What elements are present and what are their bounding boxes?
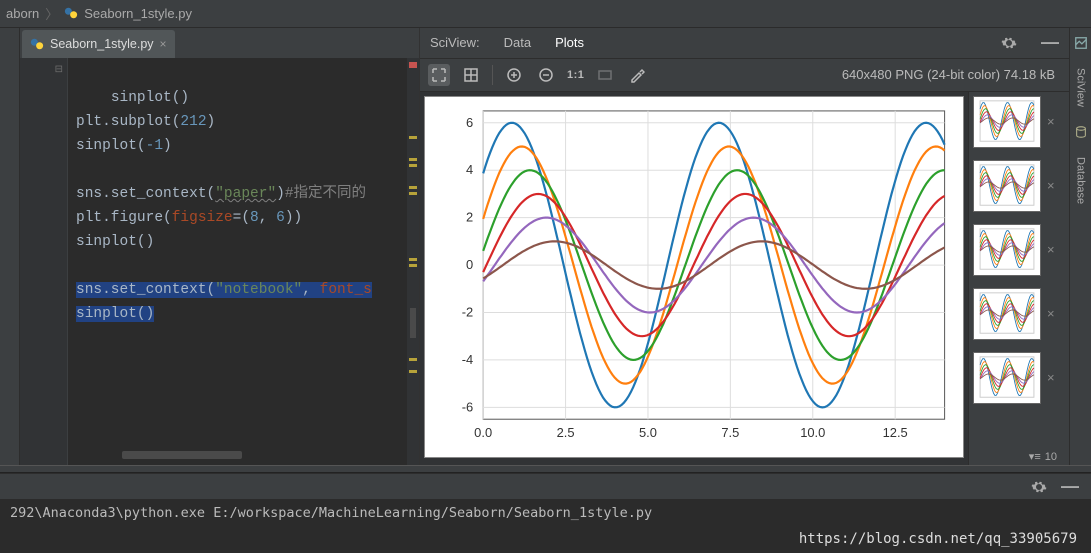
svg-text:0.0: 0.0 (474, 425, 492, 440)
rail-label-sciview[interactable]: SciView (1075, 68, 1087, 107)
crumb-file[interactable]: Seaborn_1style.py (84, 6, 192, 21)
python-file-icon (30, 37, 44, 51)
terminal-output[interactable]: 292\Anaconda3\python.exe E:/workspace/Ma… (0, 499, 1091, 553)
terminal-toolbar: — (0, 473, 1091, 499)
crumb-sep: 〉 (45, 4, 58, 23)
svg-text:-4: -4 (462, 352, 473, 367)
right-rail: SciView Database (1069, 28, 1091, 465)
thumbnail-item[interactable]: × (973, 352, 1065, 404)
close-icon[interactable]: × (1047, 242, 1055, 257)
svg-text:7.5: 7.5 (721, 425, 739, 440)
sciview-panel: SciView: Data Plots — 1:1 640x480 PNG (2… (420, 28, 1069, 465)
close-icon[interactable]: × (1047, 114, 1055, 129)
actual-size-button[interactable]: 1:1 (567, 69, 584, 81)
svg-text:2.5: 2.5 (557, 425, 575, 440)
watermark: https://blog.csdn.net/qq_33905679 (799, 531, 1077, 547)
close-icon[interactable]: × (160, 37, 167, 51)
close-icon[interactable]: × (1047, 306, 1055, 321)
color-picker-button[interactable] (626, 64, 648, 86)
svg-text:4: 4 (466, 162, 473, 177)
code-editor[interactable]: sinplot() plt.subplot(212) sinplot(-1) s… (68, 58, 419, 465)
breadcrumb: aborn 〉 Seaborn_1style.py (0, 0, 1091, 28)
thumbnail-list: × × × × × ▾≡10 (968, 92, 1069, 465)
svg-text:-6: -6 (462, 399, 473, 414)
fold-icon[interactable]: ⊟ (55, 64, 63, 75)
plot-toolbar: 1:1 640x480 PNG (24-bit color) 74.18 kB (420, 58, 1069, 92)
editor-tabs: Seaborn_1style.py × (20, 28, 419, 58)
svg-text:10.0: 10.0 (800, 425, 825, 440)
python-file-icon (64, 6, 78, 20)
editor-gutter: ⊟ (20, 58, 68, 465)
tab-plots[interactable]: Plots (555, 35, 584, 50)
tab-data[interactable]: Data (504, 35, 531, 50)
grid-button[interactable] (460, 64, 482, 86)
zoom-in-button[interactable] (503, 64, 525, 86)
svg-text:6: 6 (466, 115, 473, 130)
crumb-parent[interactable]: aborn (6, 6, 39, 21)
svg-text:12.5: 12.5 (883, 425, 908, 440)
database-icon[interactable] (1074, 125, 1088, 139)
h-scrollbar[interactable] (122, 451, 242, 459)
plot-viewport[interactable]: 0.0 2.5 5.0 7.5 10.0 12.5 -6 -4 -2 0 2 4 6 (420, 92, 968, 465)
thumbnail-item[interactable]: × (973, 96, 1065, 148)
tab-label: Seaborn_1style.py (50, 37, 154, 51)
left-rail (0, 28, 20, 465)
plot-image: 0.0 2.5 5.0 7.5 10.0 12.5 -6 -4 -2 0 2 4 6 (424, 96, 964, 458)
svg-text:-2: -2 (462, 304, 473, 319)
close-icon[interactable]: × (1047, 370, 1055, 385)
gear-icon[interactable] (1001, 35, 1017, 51)
gear-icon[interactable] (1031, 479, 1047, 495)
image-meta: 640x480 PNG (24-bit color) 74.18 kB (842, 67, 1061, 82)
sciview-header: SciView: Data Plots — (420, 28, 1069, 58)
bounds-button[interactable] (594, 64, 616, 86)
svg-text:0: 0 (466, 257, 473, 272)
separator (492, 65, 493, 85)
sciview-icon[interactable] (1074, 36, 1088, 50)
zoom-out-button[interactable] (535, 64, 557, 86)
rail-label-database[interactable]: Database (1075, 157, 1087, 204)
error-stripe[interactable] (407, 58, 419, 465)
thumbnail-count: ▾≡10 (973, 450, 1065, 463)
fit-window-button[interactable] (428, 64, 450, 86)
thumbnail-item[interactable]: × (973, 160, 1065, 212)
terminal-line: 292\Anaconda3\python.exe E:/workspace/Ma… (10, 505, 652, 521)
svg-text:5.0: 5.0 (639, 425, 657, 440)
editor-tab-active[interactable]: Seaborn_1style.py × (22, 30, 175, 58)
thumbnail-item[interactable]: × (973, 288, 1065, 340)
close-icon[interactable]: × (1047, 178, 1055, 193)
thumbnail-item[interactable]: × (973, 224, 1065, 276)
svg-text:2: 2 (466, 210, 473, 225)
panel-splitter[interactable] (0, 465, 1091, 473)
sciview-title: SciView: (430, 35, 480, 50)
minimize-icon[interactable]: — (1061, 476, 1079, 497)
minimize-icon[interactable]: — (1041, 32, 1059, 53)
editor-panel: Seaborn_1style.py × ⊟ sinplot() plt.subp… (20, 28, 420, 465)
